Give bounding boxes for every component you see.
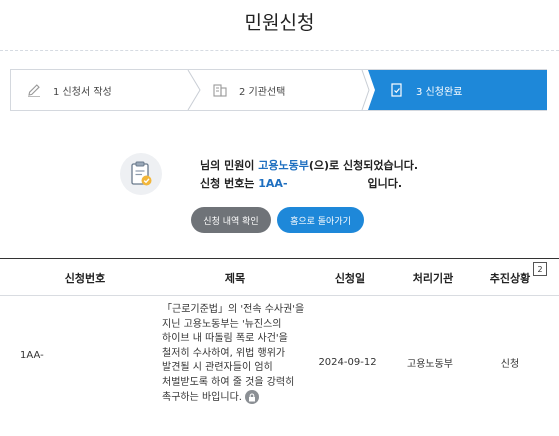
row-number: 1AA- xyxy=(20,349,44,361)
title-divider xyxy=(0,50,559,51)
step-progress: 1 신청서 작성 2 기관선택 3 신청완료 xyxy=(10,69,547,111)
message-line-2: 신청 번호는 1AA- 입니다. xyxy=(200,175,418,193)
message-prefix: 님의 민원이 xyxy=(200,159,259,172)
step-1: 1 신청서 작성 xyxy=(11,70,195,110)
clipboard-check-icon xyxy=(120,153,162,195)
step-1-label: 1 신청서 작성 xyxy=(53,86,112,98)
application-number-label: 신청 번호는 xyxy=(200,177,259,190)
page-title: 민원신청 xyxy=(244,12,315,34)
row-date: 2024-09-12 xyxy=(318,356,377,368)
row-subject[interactable]: 「근로기준법」의 '전속 수사권'을 지닌 고용노동부는 '뉴진스의 하이브 내… xyxy=(162,303,305,406)
building-icon xyxy=(211,81,229,99)
step-2: 2 기관선택 xyxy=(195,70,375,110)
row-subject-text: 「근로기준법」의 '전속 수사권'을 지닌 고용노동부는 '뉴진스의 하이브 내… xyxy=(162,304,305,403)
message-line-1: 님의 민원이 고용노동부(으)로 신청되었습니다. xyxy=(200,159,418,172)
application-number-suffix: 입니다. xyxy=(367,177,403,190)
go-home-button[interactable]: 홈으로 돌아가기 xyxy=(277,207,364,233)
view-history-button[interactable]: 신청 내역 확인 xyxy=(191,207,271,233)
step-2-label: 2 기관선택 xyxy=(239,86,286,98)
header-number: 신청번호 xyxy=(64,271,106,285)
agency-name: 고용노동부 xyxy=(258,159,309,172)
step-3-label: 3 신청완료 xyxy=(416,86,463,98)
header-subject: 제목 xyxy=(224,271,246,285)
header-badge: 2 xyxy=(533,262,547,276)
row-status: 신청 xyxy=(500,358,520,370)
submission-message: 님의 민원이 고용노동부(으)로 신청되었습니다. 신청 번호는 1AA- 입니다… xyxy=(200,157,418,193)
step-divider-chevron xyxy=(361,70,375,110)
step-3-active: 3 신청완료 xyxy=(368,70,547,110)
application-number: 1AA- xyxy=(258,177,288,190)
header-date: 신청일 xyxy=(334,271,366,285)
lock-icon xyxy=(244,390,259,404)
table-header: 신청번호 제목 신청일 처리기관 추진상황 xyxy=(0,258,559,296)
message-suffix: (으)로 신청되었습니다. xyxy=(308,159,419,172)
row-agency: 고용노동부 xyxy=(407,358,453,370)
pencil-icon xyxy=(25,81,43,99)
document-check-icon xyxy=(388,81,406,99)
